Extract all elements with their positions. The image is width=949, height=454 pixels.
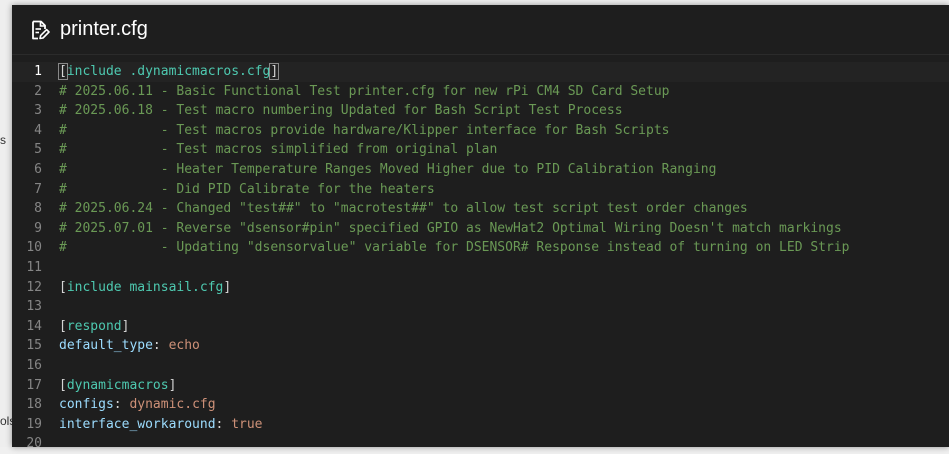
- line-number: 7: [34, 181, 42, 197]
- code-text: # 2025.06.24 - Changed "test##" to "macr…: [59, 199, 748, 219]
- file-edit-icon: [30, 20, 50, 40]
- line-number: 6: [34, 162, 42, 177]
- line-number: 10: [26, 240, 42, 256]
- dialog-titlebar: printer.cfg: [12, 5, 949, 55]
- code-editor[interactable]: 1 [include .dynamicmacros.cfg] 2 # 2025.06.…: [12, 57, 949, 451]
- editor-line[interactable]: 2 # 2025.06.11 - Basic Functional Test pr…: [12, 82, 949, 102]
- editor-line[interactable]: 13: [12, 297, 949, 317]
- code-text: default_type: echo: [59, 336, 200, 356]
- editor-line[interactable]: 20: [12, 434, 949, 454]
- code-token-comment: # 2025.06.24 - Changed "test##" to "macr…: [59, 201, 748, 217]
- editor-line[interactable]: 14 [respond]: [12, 317, 949, 337]
- line-number: 12: [26, 279, 42, 295]
- line-number: 9: [34, 220, 42, 236]
- code-text: [include mainsail.cfg]: [59, 278, 231, 298]
- line-number: 5: [34, 142, 42, 158]
- editor-line[interactable]: 10 # - Updating "dsensorvalue" variable f…: [12, 238, 949, 258]
- code-text: # - Did PID Calibrate for the heaters: [59, 180, 435, 200]
- code-text: # - Updating "dsensorvalue" variable for…: [59, 238, 850, 258]
- line-number: 8: [34, 201, 42, 217]
- editor-line[interactable]: 3 # 2025.06.18 - Test macro numbering Upd…: [12, 101, 949, 121]
- line-number: 17: [26, 377, 42, 393]
- code-text: [dynamicmacros]: [59, 376, 176, 396]
- line-number: 1: [34, 64, 42, 79]
- line-number: 14: [26, 318, 42, 334]
- editor-line[interactable]: 9 # 2025.07.01 - Reverse "dsensor#pin" sp…: [12, 219, 949, 239]
- editor-line[interactable]: 17 [dynamicmacros]: [12, 376, 949, 396]
- editor-line[interactable]: 7 # - Did PID Calibrate for the heaters: [12, 180, 949, 200]
- code-token-bracket: ]: [168, 377, 177, 393]
- code-text: [respond]: [59, 317, 129, 337]
- code-token-comment: # - Updating "dsensorvalue" variable for…: [59, 240, 850, 256]
- code-text: # 2025.07.01 - Reverse "dsensor#pin" spe…: [59, 219, 842, 239]
- line-number: 19: [26, 416, 42, 432]
- code-token-punct: :: [215, 416, 232, 432]
- code-token-bracket: ]: [121, 318, 130, 334]
- code-token-value: true: [231, 416, 263, 432]
- code-text: configs: dynamic.cfg: [59, 395, 216, 415]
- code-token-section: include mainsail.cfg: [66, 279, 224, 295]
- code-text: interface_workaround: true: [59, 415, 263, 435]
- code-token-value: dynamic.cfg: [129, 397, 216, 413]
- dialog-title: printer.cfg: [60, 18, 148, 40]
- code-token-comment: # 2025.06.11 - Basic Functional Test pri…: [59, 83, 670, 99]
- code-token-comment: # - Heater Temperature Ranges Moved High…: [59, 162, 717, 177]
- line-number: 20: [26, 436, 42, 452]
- code-token-value: echo: [168, 338, 200, 354]
- background-text-fragment: s: [0, 133, 6, 147]
- code-token-key: interface_workaround: [59, 416, 216, 432]
- code-token-section: respond: [66, 318, 122, 334]
- editor-line[interactable]: 6 # - Heater Temperature Ranges Moved Hig…: [12, 160, 949, 180]
- code-token-punct: :: [113, 397, 130, 413]
- code-token-bracket: [: [59, 279, 67, 295]
- code-text: # 2025.06.11 - Basic Functional Test pri…: [59, 82, 669, 102]
- line-number: 4: [34, 122, 42, 138]
- code-token-bracket: [: [59, 377, 67, 393]
- editor-line[interactable]: 15 default_type: echo: [12, 336, 949, 356]
- editor-dialog: printer.cfg 1 [include .dynamicmacros.cfg…: [12, 5, 949, 451]
- code-text: [include .dynamicmacros.cfg]: [58, 62, 280, 82]
- code-token-comment: # 2025.07.01 - Reverse "dsensor#pin" spe…: [59, 220, 842, 236]
- background-page: s ols: [0, 0, 15, 447]
- code-text: # - Test macros provide hardware/Klipper…: [59, 121, 669, 141]
- code-token-section: dynamicmacros: [66, 377, 169, 393]
- code-token-bracket: [: [59, 318, 67, 334]
- line-number: 18: [26, 397, 42, 413]
- line-number: 11: [26, 260, 42, 275]
- editor-line[interactable]: 8 # 2025.06.24 - Changed "test##" to "mac…: [12, 199, 949, 219]
- editor-line[interactable]: 18 configs: dynamic.cfg: [12, 395, 949, 415]
- code-token-comment: # - Did PID Calibrate for the heaters: [59, 181, 435, 197]
- editor-line[interactable]: 12 [include mainsail.cfg]: [12, 278, 949, 298]
- code-token-bracket: ]: [223, 279, 232, 295]
- editor-line[interactable]: 16: [12, 356, 949, 376]
- line-number: 3: [34, 103, 42, 119]
- editor-line[interactable]: 1 [include .dynamicmacros.cfg]: [12, 62, 949, 82]
- line-number: 2: [34, 83, 42, 99]
- code-token-punct: :: [152, 338, 169, 354]
- editor-line[interactable]: 5 # - Test macros simplified from origina…: [12, 140, 949, 160]
- code-token-bracket: ]: [269, 63, 280, 80]
- code-token-comment: # - Test macros provide hardware/Klipper…: [59, 122, 670, 138]
- code-token-key: default_type: [59, 338, 153, 354]
- code-text: # - Test macros simplified from original…: [59, 140, 497, 160]
- code-token-comment: # - Test macros simplified from original…: [59, 142, 498, 158]
- editor-line[interactable]: 19 interface_workaround: true: [12, 415, 949, 435]
- line-number: 15: [26, 338, 42, 354]
- code-text: # - Heater Temperature Ranges Moved High…: [59, 160, 716, 180]
- code-token-key: configs: [59, 397, 114, 413]
- line-number: 13: [26, 299, 42, 315]
- code-token-comment: # 2025.06.18 - Test macro numbering Upda…: [59, 103, 623, 119]
- editor-line[interactable]: 4 # - Test macros provide hardware/Klippe…: [12, 121, 949, 141]
- editor-line[interactable]: 11: [12, 258, 949, 278]
- line-number: 16: [26, 358, 42, 373]
- code-text: # 2025.06.18 - Test macro numbering Upda…: [59, 101, 623, 121]
- code-token-section: include .dynamicmacros.cfg: [66, 64, 271, 79]
- code-token-bracket: [: [58, 63, 68, 80]
